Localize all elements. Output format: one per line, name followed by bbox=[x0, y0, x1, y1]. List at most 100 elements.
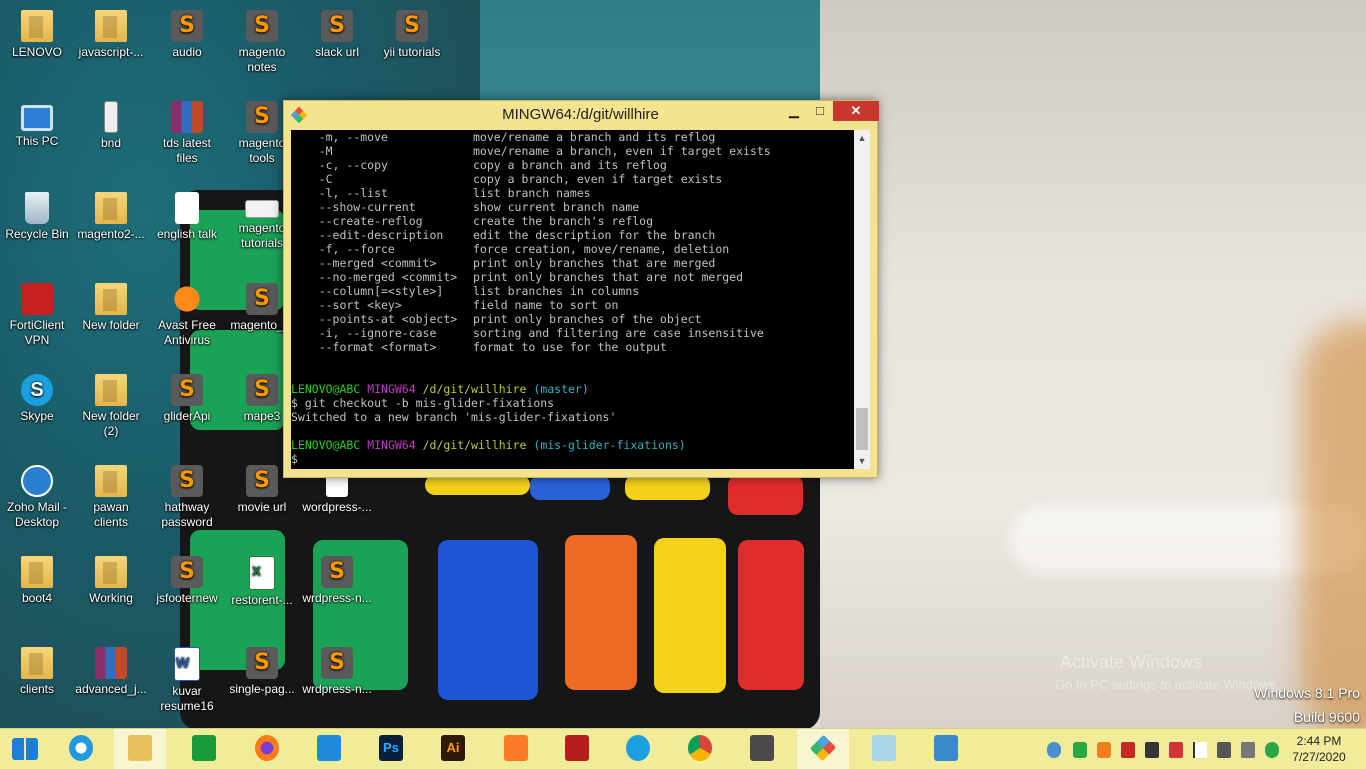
help-option-line: -M move/rename a branch, even if target e… bbox=[291, 144, 854, 158]
display-icon[interactable] bbox=[1217, 742, 1231, 758]
desktop-icon-tds-latest-files[interactable]: tds latest files bbox=[151, 95, 223, 166]
desktop-icon-jsfooternew[interactable]: jsfooternew bbox=[151, 550, 223, 606]
monitor-icon[interactable] bbox=[1145, 742, 1159, 758]
desktop-icon-slack-url[interactable]: slack url bbox=[301, 4, 373, 60]
winrar-icon bbox=[171, 101, 203, 133]
option-description: show current branch name bbox=[473, 200, 640, 214]
close-button[interactable]: ✕ bbox=[833, 101, 879, 121]
acrobat-icon[interactable] bbox=[1121, 742, 1135, 758]
window-titlebar[interactable]: MINGW64:/d/git/willhire ▁ □ ✕ bbox=[284, 101, 879, 129]
desktop-icon-wrdpress-n-1[interactable]: wrdpress-n... bbox=[301, 550, 373, 606]
taskbar-chrome[interactable] bbox=[674, 729, 726, 769]
desktop-icon-avast[interactable]: Avast Free Antivirus bbox=[151, 277, 223, 348]
sublime-file-icon bbox=[171, 374, 203, 406]
taskbar-internet-explorer[interactable] bbox=[55, 729, 107, 769]
icon-label: gliderApi bbox=[163, 409, 211, 423]
scroll-up-icon[interactable]: ▲ bbox=[854, 130, 870, 146]
desktop-icon-bnd[interactable]: bnd bbox=[75, 95, 147, 151]
desktop-icon-new-folder[interactable]: New folder bbox=[75, 277, 147, 333]
desktop-icon-pawan-clients[interactable]: pawan clients bbox=[75, 459, 147, 530]
shield-check-icon[interactable] bbox=[1265, 742, 1279, 758]
desktop-icon-restorent[interactable]: restorent-... bbox=[226, 550, 298, 608]
taskbar-xampp[interactable] bbox=[490, 729, 542, 769]
desktop-icon-hathway-password[interactable]: hathway password bbox=[151, 459, 223, 530]
help-option-line: -l, --list list branch names bbox=[291, 186, 854, 200]
desktop-icon-forticlient[interactable]: FortiClient VPN bbox=[1, 277, 73, 348]
desktop-icon-magento-notes[interactable]: magento notes bbox=[226, 4, 298, 75]
git-bash-window[interactable]: MINGW64:/d/git/willhire ▁ □ ✕ -m, --move… bbox=[283, 100, 879, 478]
desktop-icon-kuvar-resume16[interactable]: kuvar resume16 bbox=[151, 641, 223, 714]
taskbar-notepad[interactable] bbox=[858, 729, 910, 769]
sublime-file-icon bbox=[321, 556, 353, 588]
taskbar-store[interactable] bbox=[178, 729, 230, 769]
desktop-icon-audio[interactable]: audio bbox=[151, 4, 223, 60]
forticlient-tray-icon[interactable] bbox=[1169, 742, 1183, 758]
option-description: list branches in columns bbox=[473, 284, 640, 298]
maximize-button[interactable]: □ bbox=[807, 101, 833, 121]
desktop-icon-advanced-j[interactable]: advanced_j... bbox=[75, 641, 147, 697]
desktop-icon-lenovo[interactable]: LENOVO bbox=[1, 4, 73, 60]
taskbar-illustrator[interactable]: Ai bbox=[427, 729, 479, 769]
taskbar-clock[interactable]: 2:44 PM 7/27/2020 bbox=[1284, 733, 1354, 765]
desktop-icon-working[interactable]: Working bbox=[75, 550, 147, 606]
scroll-thumb[interactable] bbox=[856, 408, 868, 450]
desktop-icon-recycle-bin[interactable]: Recycle Bin bbox=[1, 186, 73, 242]
taskbar-sublime-text[interactable] bbox=[736, 729, 788, 769]
taskbar-filezilla[interactable] bbox=[551, 729, 603, 769]
avast-tray-icon[interactable] bbox=[1097, 742, 1111, 758]
option-description: field name to sort on bbox=[473, 298, 619, 312]
desktop-icon-skype[interactable]: Skype bbox=[1, 368, 73, 424]
prompt-path: /d/git/willhire bbox=[422, 438, 527, 452]
start-button[interactable] bbox=[0, 729, 52, 769]
icon-label: magento notes bbox=[238, 45, 286, 74]
taskbar-firefox[interactable] bbox=[241, 729, 293, 769]
folder-icon bbox=[95, 192, 127, 224]
desktop-icon-clients[interactable]: clients bbox=[1, 641, 73, 697]
taskbar-photos[interactable] bbox=[920, 729, 972, 769]
taskbar-vscode[interactable] bbox=[303, 729, 355, 769]
network-share-icon[interactable] bbox=[1047, 742, 1061, 758]
activation-watermark-text: Go to PC settings to activate Windows. bbox=[1055, 677, 1280, 692]
help-option-line: --merged <commit> print only branches tha… bbox=[291, 256, 854, 270]
icon-label: pawan clients bbox=[93, 500, 129, 529]
desktop-icon-this-pc[interactable]: This PC bbox=[1, 95, 73, 149]
sublime-file-icon bbox=[171, 556, 203, 588]
input-cursor-line[interactable]: $ bbox=[291, 452, 854, 466]
help-option-line: --points-at <object> print only branches … bbox=[291, 312, 854, 326]
command-output: Switched to a new branch 'mis-glider-fix… bbox=[291, 410, 617, 424]
minimize-button[interactable]: ▁ bbox=[781, 101, 807, 121]
option-description: force creation, move/rename, deletion bbox=[473, 242, 730, 256]
desktop-icon-gliderapi[interactable]: gliderApi bbox=[151, 368, 223, 424]
taskbar-git-bash[interactable] bbox=[797, 729, 849, 769]
prompt-line: LENOVO@ABC MINGW64 /d/git/willhire (mast… bbox=[291, 382, 854, 396]
desktop-icon-yii-tutorials[interactable]: yii tutorials bbox=[376, 4, 448, 60]
desktop-icon-wrdpress-n-2[interactable]: wrdpress-n... bbox=[301, 641, 373, 697]
icon-label: Recycle Bin bbox=[5, 227, 69, 241]
desktop-icon-magento2[interactable]: magento2-... bbox=[75, 186, 147, 242]
os-build: Build 9600 bbox=[1293, 709, 1360, 725]
terminal-console[interactable]: -m, --move move/rename a branch and its r… bbox=[291, 130, 854, 469]
terminal-scrollbar[interactable]: ▲ ▼ bbox=[854, 130, 870, 469]
taskbar-skype[interactable] bbox=[612, 729, 664, 769]
check-icon[interactable] bbox=[1073, 742, 1087, 758]
icon-label: yii tutorials bbox=[383, 45, 441, 59]
desktop-icon-new-folder-2[interactable]: New folder (2) bbox=[75, 368, 147, 439]
icon-label: New folder bbox=[82, 318, 140, 332]
help-option-line: --column[=<style>] list branches in colum… bbox=[291, 284, 854, 298]
flag-icon[interactable] bbox=[1193, 742, 1207, 758]
icon-label: movie url bbox=[237, 500, 287, 514]
desktop-icon-javascript[interactable]: javascript-... bbox=[75, 4, 147, 60]
taskbar-photoshop[interactable]: Ps bbox=[365, 729, 417, 769]
desktop-icon-single-pag[interactable]: single-pag... bbox=[226, 641, 298, 697]
taskbar-file-explorer[interactable] bbox=[114, 729, 166, 769]
scroll-down-icon[interactable]: ▼ bbox=[854, 453, 870, 469]
desktop-icon-boot4[interactable]: boot4 bbox=[1, 550, 73, 606]
wifi-icon[interactable] bbox=[1241, 742, 1255, 758]
desktop-icon-english-talk[interactable]: english talk bbox=[151, 186, 223, 242]
option-flag: -m, --move bbox=[291, 130, 388, 144]
sublime-file-icon bbox=[396, 10, 428, 42]
icon-label: single-pag... bbox=[229, 682, 295, 696]
firefox-icon bbox=[255, 735, 279, 761]
desktop-icon-zoho-mail[interactable]: Zoho Mail - Desktop bbox=[1, 459, 73, 530]
